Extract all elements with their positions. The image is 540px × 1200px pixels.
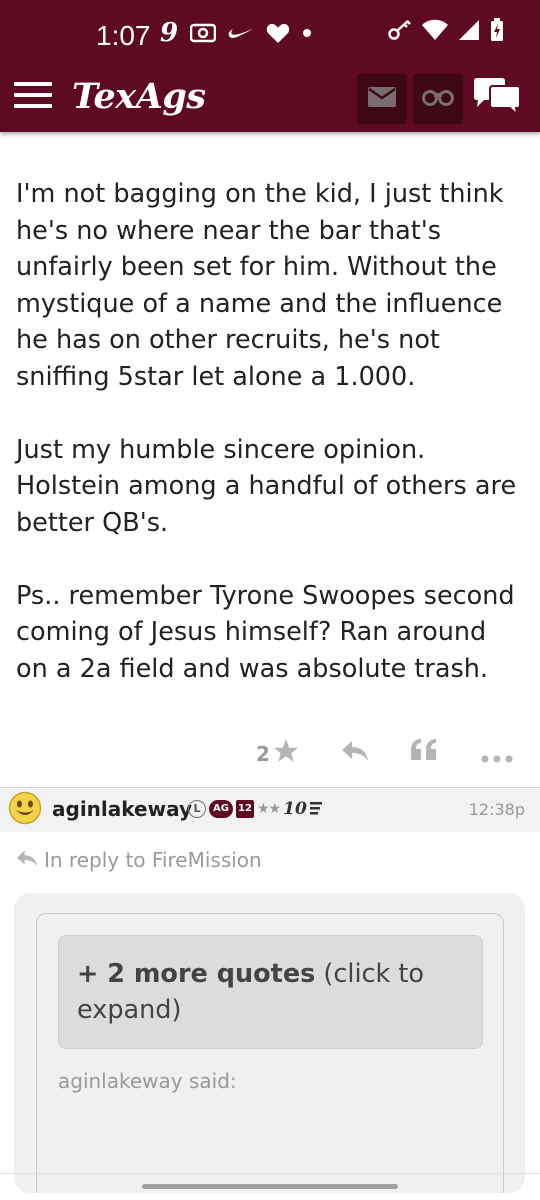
gesture-nav-handle[interactable]	[142, 1184, 398, 1189]
key-icon	[388, 19, 412, 41]
badge-stars: ★★	[257, 801, 281, 817]
quote-block: + 2 more quotes (click to expand) aginla…	[36, 913, 504, 1193]
post-paragraph: Ps.. remember Tyrone Swoopes second comi…	[16, 580, 515, 684]
rank-bars-icon	[309, 800, 322, 819]
watch-button[interactable]	[413, 74, 463, 124]
in-reply-to-text: In reply to FireMission	[44, 848, 262, 872]
avatar[interactable]	[8, 791, 42, 829]
badge-12: 12	[236, 800, 254, 818]
radio-icon	[190, 23, 217, 43]
username[interactable]: aginlakeway	[52, 797, 192, 821]
status-time: 1:07	[96, 20, 151, 51]
system-icons	[388, 18, 504, 42]
chat-button[interactable]	[470, 74, 524, 124]
post-actions: 2	[0, 736, 540, 772]
badge-l: L	[188, 800, 206, 818]
binoculars-icon	[422, 87, 454, 111]
more-quotes-count: + 2 more quotes	[77, 959, 316, 989]
mail-icon	[368, 87, 396, 111]
in-reply-to-link[interactable]: In reply to FireMission	[16, 848, 262, 872]
notification-icons: 9	[160, 18, 312, 48]
nine-app-icon: 9	[160, 18, 179, 48]
quote-author: aginlakeway said:	[58, 1069, 237, 1093]
status-bar: 1:07 9	[0, 0, 540, 66]
star-icon[interactable]	[273, 738, 299, 768]
wifi-icon	[422, 19, 448, 41]
chat-icon	[472, 77, 522, 121]
heart-icon	[266, 22, 290, 44]
battery-icon	[490, 18, 504, 42]
bottom-divider	[0, 1173, 540, 1174]
badge-rank: 10	[283, 799, 307, 819]
quote-icon[interactable]	[410, 738, 438, 766]
post-header: aginlakeway L AG 12 ★★ 10 12:38p	[0, 788, 540, 832]
signal-icon	[458, 19, 480, 41]
expand-quotes-button[interactable]: + 2 more quotes (click to expand)	[58, 935, 483, 1049]
post-time: 12:38p	[468, 800, 525, 819]
quote-container: + 2 more quotes (click to expand) aginla…	[14, 893, 525, 1193]
more-options-icon[interactable]	[481, 748, 513, 767]
reply-arrow-icon	[16, 848, 38, 872]
like-count: 2	[256, 742, 270, 766]
post-paragraph: Just my humble sincere opinion. Holstein…	[16, 434, 517, 538]
badge-ag: AG	[209, 800, 233, 818]
messages-button[interactable]	[357, 74, 407, 124]
post-body: I'm not bagging on the kid, I just think…	[16, 176, 526, 687]
texags-logo[interactable]: TexAgs	[72, 76, 206, 117]
menu-icon[interactable]	[14, 82, 52, 112]
reply-icon[interactable]	[341, 740, 369, 766]
app-bar: TexAgs	[0, 66, 540, 132]
nike-icon	[228, 26, 254, 40]
dot-icon	[302, 28, 312, 38]
post-paragraph: I'm not bagging on the kid, I just think…	[16, 179, 504, 392]
user-badges: L AG 12 ★★ 10	[188, 799, 322, 819]
